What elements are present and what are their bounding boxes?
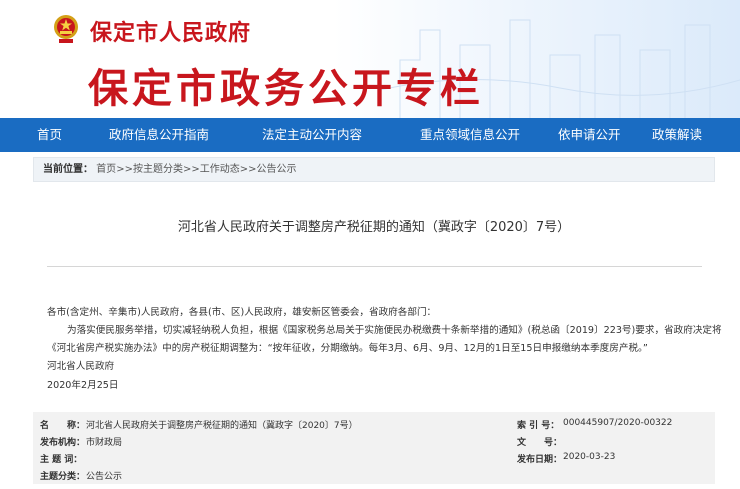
column-title: 保定市政务公开专栏 (88, 66, 484, 112)
breadcrumb-separator: >> (239, 164, 257, 175)
info-date-value: 2020-03-23 (563, 452, 616, 462)
title-divider (47, 266, 702, 267)
breadcrumb-link-topic[interactable]: 按主题分类 (133, 164, 183, 175)
article-salutation: 各市(含定州、辛集市)人民政府，各县(市、区)人民政府，雄安新区管委会，省政府各… (47, 307, 437, 318)
breadcrumb-link-announcements[interactable]: 公告公示 (256, 164, 296, 175)
article-paragraph-line: 为落实便民服务举措，切实减轻纳税人负担，根据《国家税务总局关于实施便民办税缴费十… (67, 325, 722, 336)
article-date: 2020年2月25日 (47, 380, 119, 391)
info-name-value: 河北省人民政府关于调整房产税征期的通知（冀政字〔2020〕7号） (86, 421, 358, 431)
article-paragraph-line: 《河北省房产税实施办法》中的房产税征期调整为：“按年征收，分期缴纳。每年3月、6… (47, 343, 648, 354)
breadcrumb-separator: >> (116, 164, 133, 175)
breadcrumb-link-work-news[interactable]: 工作动态 (200, 164, 240, 175)
breadcrumb-label: 当前位置： (43, 164, 93, 175)
info-name-key: 名 称： (40, 421, 86, 431)
info-org-value: 市财政局 (86, 438, 123, 448)
national-emblem-icon (54, 15, 78, 43)
nav-item-request-disclosure[interactable]: 依申请公开 (558, 118, 621, 152)
nav-item-policy-interpretation[interactable]: 政策解读 (652, 118, 702, 152)
info-index-value: 000445907/2020-00322 (563, 418, 673, 428)
info-category-key: 主题分类： (40, 472, 86, 482)
info-category-value: 公告公示 (86, 472, 123, 482)
nav-item-home[interactable]: 首页 (37, 118, 62, 152)
info-org-key: 发布机构： (40, 438, 86, 448)
government-name: 保定市人民政府 (90, 21, 252, 46)
info-index-key: 索 引 号： (517, 421, 560, 431)
article-signature: 河北省人民政府 (47, 361, 115, 372)
breadcrumb-separator: >> (182, 164, 200, 175)
site-header: 保定市人民政府 保定市政务公开专栏 (0, 0, 740, 118)
document-info-table: 名 称： 河北省人民政府关于调整房产税征期的通知（冀政字〔2020〕7号） 索 … (33, 412, 715, 484)
info-subject-key: 主 题 词： (40, 455, 83, 465)
nav-item-statutory-disclosure[interactable]: 法定主动公开内容 (262, 118, 362, 152)
nav-item-key-areas[interactable]: 重点领域信息公开 (420, 118, 520, 152)
nav-item-disclosure-guide[interactable]: 政府信息公开指南 (109, 118, 209, 152)
article-title: 河北省人民政府关于调整房产税征期的通知（冀政字〔2020〕7号） (177, 220, 571, 235)
main-nav: 首页 政府信息公开指南 法定主动公开内容 重点领域信息公开 依申请公开 政策解读 (0, 118, 740, 152)
breadcrumb-link-home[interactable]: 首页 (96, 164, 116, 175)
info-docno-key: 文 号： (517, 438, 563, 448)
breadcrumb: 当前位置： 首页>>按主题分类>>工作动态>>公告公示 (33, 157, 715, 182)
info-date-key: 发布日期： (517, 455, 563, 465)
